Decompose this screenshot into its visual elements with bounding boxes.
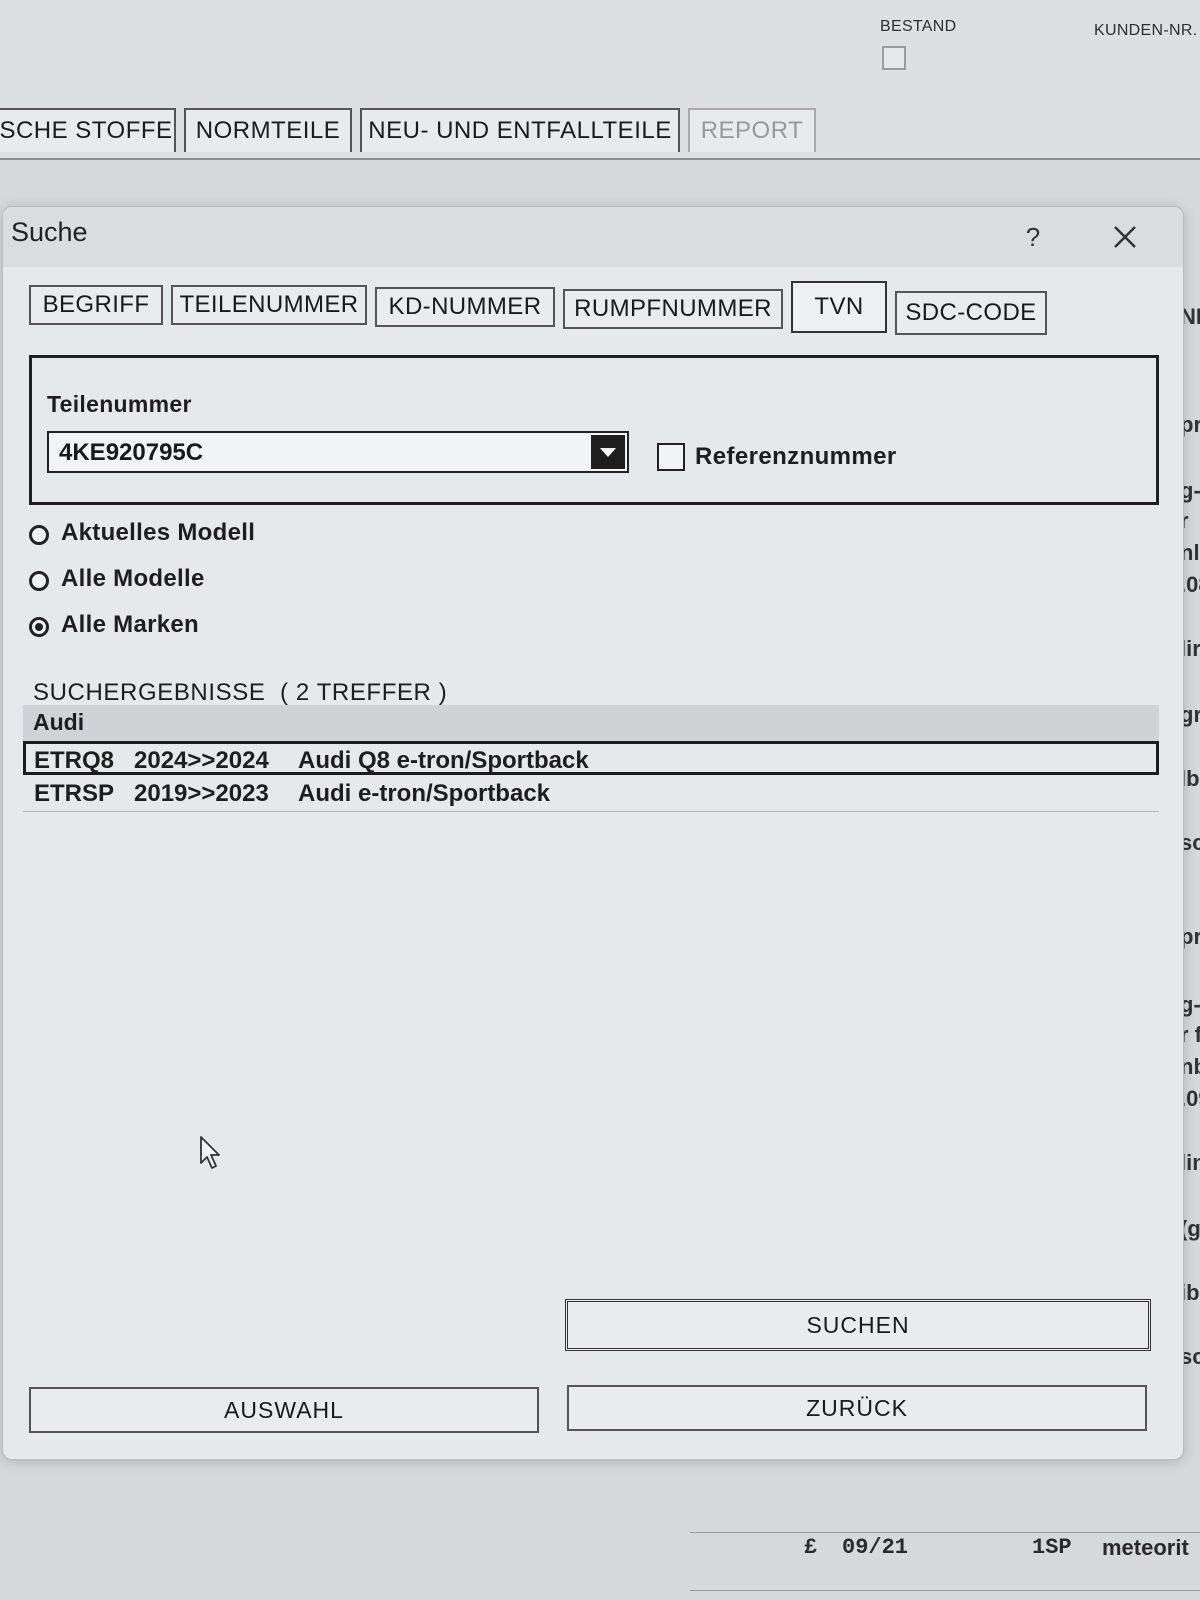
- help-button[interactable]: ?: [1015, 219, 1051, 255]
- tab-kd-nummer[interactable]: KD-NUMMER: [375, 287, 555, 327]
- part-number-label: Teilenummer: [47, 391, 192, 417]
- table-row[interactable]: ETRSP 2019>>2023 Audi e-tron/Sportback: [23, 777, 1159, 811]
- search-dialog: Suche ? BEGRIFF TEILENUMMER KD-NUMMER RU…: [2, 206, 1184, 1460]
- reference-number-label: Referenznummer: [695, 443, 897, 470]
- status-rule-bottom: [690, 1590, 1200, 1591]
- model-years-cell: 2024>>2024: [134, 747, 269, 774]
- close-button[interactable]: [1103, 215, 1147, 259]
- status-flag: 1SP: [1032, 1535, 1072, 1560]
- tab-normteile[interactable]: NORMTEILE: [184, 108, 352, 152]
- bestand-label: BESTAND: [880, 18, 957, 35]
- reference-number-checkbox[interactable]: [657, 443, 685, 471]
- radio-alle-modelle[interactable]: [29, 571, 49, 591]
- tab-sdc-code[interactable]: SDC-CODE: [895, 291, 1047, 335]
- tab-report[interactable]: REPORT: [688, 108, 816, 152]
- tab-teilenummer[interactable]: TEILENUMMER: [171, 285, 367, 325]
- radio-aktuelles-modell[interactable]: [29, 525, 49, 545]
- results-heading: SUCHERGEBNISSE ( 2 TREFFER ): [33, 679, 448, 706]
- back-button[interactable]: ZURÜCK: [567, 1385, 1147, 1431]
- status-name: meteorit: [1102, 1535, 1189, 1560]
- radio-alle-modelle-label: Alle Modelle: [61, 565, 205, 592]
- results-group-label: Audi: [33, 709, 85, 735]
- dialog-titlebar: [3, 207, 1183, 267]
- tab-gefaehrliche-stoffe[interactable]: SCHE STOFFE: [0, 108, 176, 152]
- table-row[interactable]: ETRQ8 2024>>2024 Audi Q8 e-tron/Sportbac…: [23, 741, 1159, 775]
- tab-rumpfnummer[interactable]: RUMPFNUMMER: [563, 289, 783, 329]
- radio-aktuelles-modell-label: Aktuelles Modell: [61, 519, 256, 546]
- select-button[interactable]: AUSWAHL: [29, 1387, 539, 1433]
- radio-alle-marken-label: Alle Marken: [61, 611, 200, 638]
- tab-neu-und-entfallteile[interactable]: NEU- UND ENTFALLTEILE: [360, 108, 680, 152]
- dropdown-arrow-icon[interactable]: [591, 435, 625, 469]
- status-date: 09/21: [842, 1535, 909, 1560]
- bestand-checkbox[interactable]: [882, 46, 906, 70]
- part-number-combobox[interactable]: 4KE920795C: [47, 431, 629, 473]
- model-name-cell: Audi e-tron/Sportback: [298, 780, 551, 807]
- results-list-bottom: [23, 811, 1159, 812]
- close-icon: [1114, 226, 1136, 248]
- model-code-cell: ETRQ8: [34, 747, 115, 774]
- mouse-pointer-icon: [200, 1136, 220, 1169]
- model-name-cell: Audi Q8 e-tron/Sportback: [298, 747, 589, 774]
- radio-alle-marken[interactable]: [29, 617, 49, 637]
- kunden-nr-label: KUNDEN-NR.: [1094, 22, 1198, 39]
- tab-tvn[interactable]: TVN: [791, 281, 887, 333]
- status-code: £: [804, 1535, 818, 1560]
- model-code-cell: ETRSP: [34, 780, 115, 807]
- status-rule-top: [690, 1532, 1200, 1533]
- tab-begriff[interactable]: BEGRIFF: [29, 285, 163, 325]
- search-button[interactable]: SUCHEN: [565, 1299, 1151, 1351]
- dialog-title: Suche: [11, 217, 88, 247]
- model-years-cell: 2019>>2023: [134, 780, 269, 807]
- results-group-header: Audi: [23, 705, 1159, 741]
- part-number-group: [29, 355, 1159, 505]
- part-number-value: 4KE920795C: [59, 439, 204, 466]
